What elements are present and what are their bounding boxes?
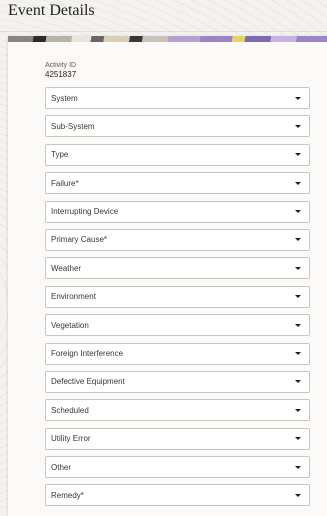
interrupting-device-select[interactable]: Interrupting Device [45, 200, 310, 223]
select-label: Failure* [51, 178, 79, 188]
select-label: Sub-System [51, 121, 95, 131]
chevron-down-icon [295, 181, 301, 185]
environment-select[interactable]: Environment [45, 285, 310, 308]
chevron-down-icon [295, 210, 301, 214]
defective-equipment-select[interactable]: Defective Equipment [45, 370, 310, 393]
sub-system-select[interactable]: Sub-System [45, 115, 310, 138]
activity-id-label: Activity ID [45, 62, 77, 69]
select-label: Vegetation [51, 320, 89, 330]
chevron-down-icon [295, 153, 301, 157]
header-divider [0, 31, 327, 32]
chevron-down-icon [295, 238, 301, 242]
chevron-down-icon [295, 493, 301, 497]
card-banner-image [8, 36, 327, 42]
chevron-down-icon [295, 96, 301, 100]
select-label: Weather [51, 263, 82, 273]
select-label: Defective Equipment [51, 377, 125, 387]
select-label: Other [51, 462, 72, 472]
vegetation-select[interactable]: Vegetation [45, 314, 310, 337]
chevron-down-icon [295, 295, 301, 299]
select-label: Primary Cause* [51, 235, 108, 245]
event-details-card: Activity ID 4251837 System Sub-System Ty… [8, 36, 327, 516]
select-label: Scheduled [51, 405, 89, 415]
select-label: Remedy* [51, 490, 84, 500]
event-fields-form: System Sub-System Type Failure* Interrup… [45, 87, 310, 513]
select-label: Environment [51, 292, 96, 302]
select-label: System [51, 93, 78, 103]
chevron-down-icon [295, 323, 301, 327]
primary-cause-select[interactable]: Primary Cause* [45, 228, 310, 251]
chevron-down-icon [295, 352, 301, 356]
chevron-down-icon [295, 380, 301, 384]
remedy-select[interactable]: Remedy* [45, 484, 310, 507]
select-label: Utility Error [51, 434, 91, 444]
chevron-down-icon [295, 465, 301, 469]
select-label: Foreign Interference [51, 349, 124, 359]
system-select[interactable]: System [45, 87, 310, 109]
page-title: Event Details [8, 2, 95, 19]
chevron-down-icon [295, 408, 301, 412]
weather-select[interactable]: Weather [45, 257, 310, 280]
type-select[interactable]: Type [45, 143, 310, 166]
utility-error-select[interactable]: Utility Error [45, 427, 310, 450]
select-label: Type [51, 150, 69, 160]
scheduled-select[interactable]: Scheduled [45, 399, 310, 422]
other-select[interactable]: Other [45, 456, 310, 479]
chevron-down-icon [295, 266, 301, 270]
activity-id-value: 4251837 [45, 70, 77, 79]
foreign-interference-select[interactable]: Foreign Interference [45, 342, 310, 365]
select-label: Interrupting Device [51, 207, 119, 217]
chevron-down-icon [295, 437, 301, 441]
failure-select[interactable]: Failure* [45, 172, 310, 195]
chevron-down-icon [295, 124, 301, 128]
